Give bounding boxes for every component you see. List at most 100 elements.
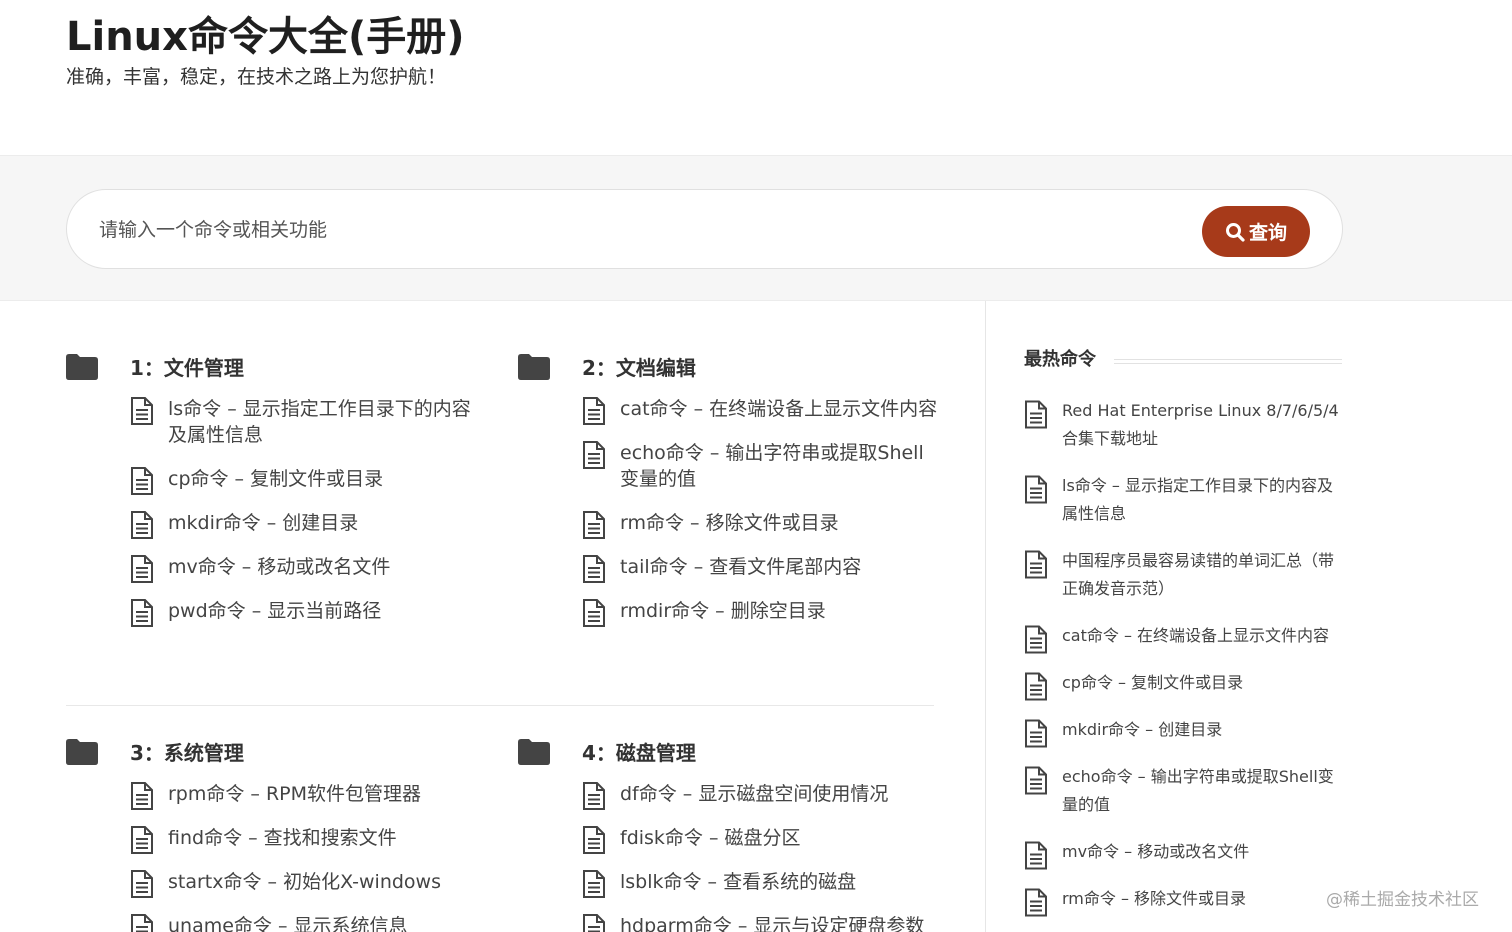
title-rule <box>1114 359 1342 364</box>
command-link[interactable]: pwd命令 – 显示当前路径 <box>168 600 381 622</box>
list-item[interactable]: lsblk命令 – 查看系统的磁盘 <box>582 869 938 898</box>
document-icon <box>583 511 605 539</box>
list-item[interactable]: rm命令 – 移除文件或目录 <box>582 510 938 539</box>
document-icon <box>583 599 605 627</box>
section-divider <box>66 705 934 706</box>
command-link[interactable]: uname命令 – 显示系统信息 <box>168 915 408 932</box>
hot-command-link[interactable]: ls命令 – 显示指定工作目录下的内容及属性信息 <box>1062 476 1333 523</box>
search-band: 查询 <box>0 155 1512 301</box>
list-item[interactable]: uname命令 – 显示系统信息 <box>130 913 486 932</box>
list-item[interactable]: cp命令 – 复制文件或目录 <box>130 466 486 495</box>
command-list: ls命令 – 显示指定工作目录下的内容及属性信息 cp命令 – 复制文件或目录 … <box>130 396 486 627</box>
list-item[interactable]: mkdir命令 – 创建目录 <box>130 510 486 539</box>
document-icon <box>583 826 605 854</box>
list-item[interactable]: rpm命令 – RPM软件包管理器 <box>130 781 486 810</box>
document-icon <box>1025 719 1047 748</box>
list-item[interactable]: echo命令 – 输出字符串或提取Shell变量的值 <box>582 440 938 492</box>
sidebar-title-text: 最热命令 <box>1024 349 1096 370</box>
watermark: @稀土掘金技术社区 <box>1326 890 1479 910</box>
command-link[interactable]: cp命令 – 复制文件或目录 <box>168 468 383 490</box>
list-item[interactable]: echo命令 – 输出字符串或提取Shell变量的值 <box>1024 763 1344 819</box>
list-item[interactable]: mv命令 – 移动或改名文件 <box>130 554 486 583</box>
document-icon <box>1025 400 1047 429</box>
hot-command-link[interactable]: rm命令 – 移除文件或目录 <box>1062 889 1246 908</box>
list-item[interactable]: cat命令 – 在终端设备上显示文件内容 <box>582 396 938 425</box>
command-link[interactable]: tail命令 – 查看文件尾部内容 <box>620 556 861 578</box>
site-title[interactable]: Linux命令大全(手册) <box>66 4 465 62</box>
list-item[interactable]: tail命令 – 查看文件尾部内容 <box>582 554 938 583</box>
document-icon <box>131 555 153 583</box>
folder-icon <box>66 739 98 765</box>
document-icon <box>1025 475 1047 504</box>
category-disk-management: 4：磁盘管理 df命令 – 显示磁盘空间使用情况 fdisk命令 – 磁盘分区 … <box>518 735 938 932</box>
hot-command-link[interactable]: mkdir命令 – 创建目录 <box>1062 720 1222 739</box>
category-document-editing: 2：文档编辑 cat命令 – 在终端设备上显示文件内容 echo命令 – 输出字… <box>518 350 938 642</box>
category-title[interactable]: 2：文档编辑 <box>582 352 696 381</box>
site-header: Linux命令大全(手册) 准确，丰富，稳定，在技术之路上为您护航！ <box>0 0 1512 155</box>
command-link[interactable]: fdisk命令 – 磁盘分区 <box>620 827 801 849</box>
category-title[interactable]: 1：文件管理 <box>130 352 244 381</box>
list-item[interactable]: 中国程序员最容易读错的单词汇总（带正确发音示范） <box>1024 547 1344 603</box>
document-icon <box>131 914 153 932</box>
list-item[interactable]: ls命令 – 显示指定工作目录下的内容及属性信息 <box>1024 472 1344 528</box>
document-icon <box>131 782 153 810</box>
document-icon <box>1025 672 1047 701</box>
command-list: df命令 – 显示磁盘空间使用情况 fdisk命令 – 磁盘分区 lsblk命令… <box>582 781 938 932</box>
hot-command-link[interactable]: cp命令 – 复制文件或目录 <box>1062 673 1243 692</box>
list-item[interactable]: hdparm命令 – 显示与设定硬盘参数 <box>582 913 938 932</box>
hot-command-link[interactable]: mv命令 – 移动或改名文件 <box>1062 842 1249 861</box>
category-title[interactable]: 4：磁盘管理 <box>582 737 696 766</box>
hot-command-list: Red Hat Enterprise Linux 8/7/6/5/4 合集下载地… <box>1024 397 1344 917</box>
search-input[interactable] <box>99 210 1179 250</box>
command-link[interactable]: rmdir命令 – 删除空目录 <box>620 600 826 622</box>
hot-command-link[interactable]: 中国程序员最容易读错的单词汇总（带正确发音示范） <box>1062 551 1334 598</box>
sidebar-title: 最热命令 <box>1024 345 1344 375</box>
search-button-label: 查询 <box>1248 222 1287 244</box>
document-icon <box>583 441 605 469</box>
list-item[interactable]: rm命令 – 移除文件或目录 <box>1024 885 1344 917</box>
command-link[interactable]: mv命令 – 移动或改名文件 <box>168 556 390 578</box>
document-icon <box>583 870 605 898</box>
list-item[interactable]: mv命令 – 移动或改名文件 <box>1024 838 1344 870</box>
list-item[interactable]: pwd命令 – 显示当前路径 <box>130 598 486 627</box>
command-link[interactable]: find命令 – 查找和搜索文件 <box>168 827 397 849</box>
command-link[interactable]: echo命令 – 输出字符串或提取Shell变量的值 <box>620 442 924 490</box>
command-link[interactable]: startx命令 – 初始化X-windows <box>168 871 441 893</box>
folder-icon <box>518 354 550 380</box>
list-item[interactable]: df命令 – 显示磁盘空间使用情况 <box>582 781 938 810</box>
command-list: rpm命令 – RPM软件包管理器 find命令 – 查找和搜索文件 start… <box>130 781 486 932</box>
document-icon <box>131 511 153 539</box>
list-item[interactable]: find命令 – 查找和搜索文件 <box>130 825 486 854</box>
hot-command-link[interactable]: Red Hat Enterprise Linux 8/7/6/5/4 合集下载地… <box>1062 401 1339 448</box>
hot-command-link[interactable]: echo命令 – 输出字符串或提取Shell变量的值 <box>1062 767 1334 814</box>
list-item[interactable]: rmdir命令 – 删除空目录 <box>582 598 938 627</box>
document-icon <box>1025 888 1047 917</box>
command-link[interactable]: rm命令 – 移除文件或目录 <box>620 512 839 534</box>
list-item[interactable]: Red Hat Enterprise Linux 8/7/6/5/4 合集下载地… <box>1024 397 1344 453</box>
list-item[interactable]: cp命令 – 复制文件或目录 <box>1024 669 1344 701</box>
document-icon <box>1025 766 1047 795</box>
hot-command-link[interactable]: cat命令 – 在终端设备上显示文件内容 <box>1062 626 1329 645</box>
document-icon <box>131 826 153 854</box>
command-link[interactable]: hdparm命令 – 显示与设定硬盘参数 <box>620 915 924 932</box>
category-title[interactable]: 3：系统管理 <box>130 737 244 766</box>
document-icon <box>131 397 153 425</box>
document-icon <box>583 555 605 583</box>
command-link[interactable]: mkdir命令 – 创建目录 <box>168 512 358 534</box>
command-link[interactable]: lsblk命令 – 查看系统的磁盘 <box>620 871 856 893</box>
search-button[interactable]: 查询 <box>1202 206 1310 257</box>
document-icon <box>583 782 605 810</box>
command-list: cat命令 – 在终端设备上显示文件内容 echo命令 – 输出字符串或提取Sh… <box>582 396 938 627</box>
command-link[interactable]: df命令 – 显示磁盘空间使用情况 <box>620 783 888 805</box>
command-link[interactable]: cat命令 – 在终端设备上显示文件内容 <box>620 398 937 420</box>
document-icon <box>1025 550 1047 579</box>
hot-commands-sidebar: 最热命令 Red Hat Enterprise Linux 8/7/6/5/4 … <box>1024 345 1344 932</box>
list-item[interactable]: ls命令 – 显示指定工作目录下的内容及属性信息 <box>130 396 486 448</box>
list-item[interactable]: startx命令 – 初始化X-windows <box>130 869 486 898</box>
list-item[interactable]: cat命令 – 在终端设备上显示文件内容 <box>1024 622 1344 654</box>
command-link[interactable]: ls命令 – 显示指定工作目录下的内容及属性信息 <box>168 398 471 446</box>
document-icon <box>1025 841 1047 870</box>
list-item[interactable]: fdisk命令 – 磁盘分区 <box>582 825 938 854</box>
command-link[interactable]: rpm命令 – RPM软件包管理器 <box>168 783 421 805</box>
list-item[interactable]: mkdir命令 – 创建目录 <box>1024 716 1344 748</box>
